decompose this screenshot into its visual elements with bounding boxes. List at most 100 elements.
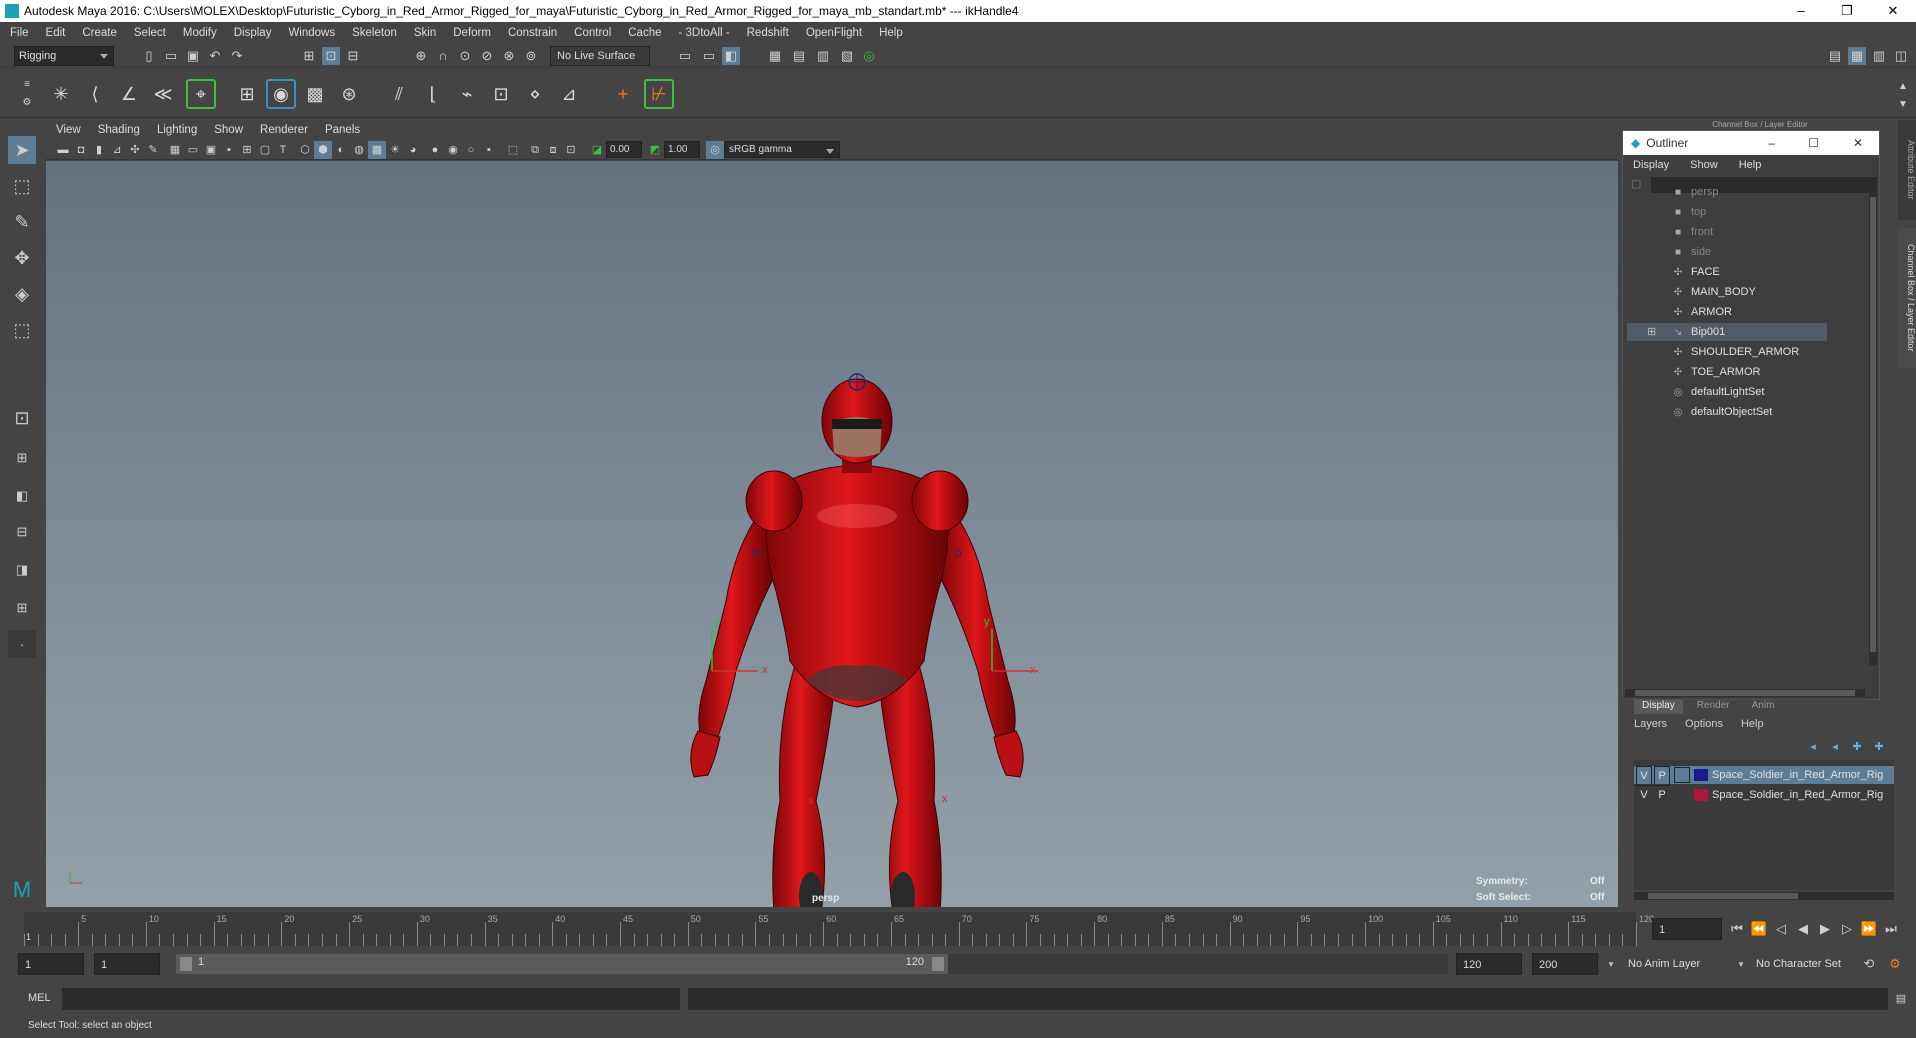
snap-grid-icon[interactable]: ⊕	[412, 47, 430, 65]
layer-visibility-toggle[interactable]: V	[1636, 786, 1652, 804]
aim-constraint-icon[interactable]: ⊿	[554, 79, 584, 109]
layouts-menu-icon[interactable]: ·	[8, 630, 36, 658]
create-joints-icon[interactable]: ✳	[46, 79, 76, 109]
range-start-handle[interactable]	[180, 957, 192, 971]
output-ops-icon[interactable]: ▭	[700, 47, 718, 65]
menu-control[interactable]: Control	[574, 27, 611, 39]
gamma-icon[interactable]: ◩	[646, 141, 664, 159]
camera-select-icon[interactable]: ▬	[54, 141, 72, 159]
outliner-item[interactable]: ✣ SHOULDER_ARMOR	[1671, 343, 1799, 361]
menu-skin[interactable]: Skin	[414, 27, 436, 39]
outliner-maximize-button[interactable]: ☐	[1808, 136, 1819, 150]
smooth-shade-icon[interactable]: ⬢	[314, 141, 332, 159]
layer-menu-layers[interactable]: Layers	[1634, 718, 1667, 730]
go-to-end-icon[interactable]: ⏭	[1882, 920, 1900, 938]
menu-help[interactable]: Help	[879, 27, 903, 39]
persp-outliner-icon[interactable]: ◧	[8, 482, 36, 510]
channel-box-tab[interactable]: Channel Box / Layer Editor	[1898, 228, 1916, 368]
outliner-horizontal-scrollbar[interactable]	[1625, 689, 1865, 697]
select-hierarchy-icon[interactable]: ⊞	[300, 47, 318, 65]
scene-end-field[interactable]: 200	[1532, 953, 1598, 975]
safe-title-icon[interactable]: T	[274, 141, 292, 159]
outliner-item[interactable]: ■ top	[1671, 203, 1706, 221]
layer-scrollbar[interactable]	[1634, 892, 1894, 900]
layer-menu-options[interactable]: Options	[1685, 718, 1723, 730]
wireframe-shaded-icon[interactable]: ◍	[350, 141, 368, 159]
snap-live-icon[interactable]: ⊚	[522, 47, 540, 65]
outliner-item[interactable]: ✣ MAIN_BODY	[1671, 283, 1756, 301]
shelf-scroll-up-icon[interactable]: ▲	[1894, 78, 1912, 96]
shelf-scroll-down-icon[interactable]: ▼	[1894, 96, 1912, 114]
render-frame-icon[interactable]: ▤	[790, 47, 808, 65]
render-view-icon[interactable]: ▦	[766, 47, 784, 65]
outliner-menu-display[interactable]: Display	[1633, 159, 1669, 171]
render-settings-icon[interactable]: ▧	[838, 47, 856, 65]
depth-of-field-icon[interactable]: ▪	[480, 141, 498, 159]
step-forward-key-icon[interactable]: ⏩	[1860, 920, 1878, 938]
locator-icon[interactable]: ⌖	[186, 79, 216, 109]
persp-viewport[interactable]: y x y x x x persp Symmetry: Off Soft Sel…	[46, 161, 1618, 907]
persp-uv-icon[interactable]: ⊞	[8, 594, 36, 622]
auto-key-icon[interactable]: ⟲	[1860, 955, 1878, 973]
outliner-menu-help[interactable]: Help	[1739, 159, 1762, 171]
menu-select[interactable]: Select	[134, 27, 166, 39]
character-set-dropdown[interactable]: No Character Set	[1752, 954, 1872, 974]
go-to-start-icon[interactable]: ⏮	[1728, 920, 1746, 938]
playback-start-field[interactable]: 1	[94, 953, 160, 975]
scene-start-field[interactable]: 1	[18, 953, 84, 975]
parent-constraint-icon[interactable]: ⌊	[418, 79, 448, 109]
menu-display[interactable]: Display	[234, 27, 272, 39]
outliner-item[interactable]: ✣ ARMOR	[1671, 303, 1732, 321]
restore-button[interactable]: ❐	[1824, 0, 1870, 22]
screen-space-ao-icon[interactable]: ●	[426, 141, 444, 159]
outliner-close-button[interactable]: ✕	[1853, 136, 1863, 150]
outliner-item[interactable]: ■ front	[1671, 223, 1713, 241]
lights-icon[interactable]: ☀	[386, 141, 404, 159]
new-layer-selected-icon[interactable]: ✚	[1870, 738, 1888, 756]
current-frame-field[interactable]: 1	[1652, 918, 1722, 940]
tab-anim[interactable]: Anim	[1744, 700, 1783, 714]
select-object-icon[interactable]: ⊡	[322, 47, 340, 65]
menu-edit[interactable]: Edit	[46, 27, 66, 39]
motion-blur-icon[interactable]: ◉	[444, 141, 462, 159]
menu-file[interactable]: File	[10, 27, 29, 39]
mel-label[interactable]: MEL	[28, 992, 51, 1004]
outliner-vertical-scrollbar[interactable]	[1869, 193, 1877, 665]
close-button[interactable]: ✕	[1870, 0, 1916, 22]
step-forward-frame-icon[interactable]: ▷	[1838, 920, 1856, 938]
ik-handle-icon[interactable]: ∠	[114, 79, 144, 109]
rotate-tool-icon[interactable]: ◈	[8, 280, 36, 308]
paint-select-icon[interactable]: ✎	[8, 208, 36, 236]
expand-icon[interactable]: ⊞	[1647, 323, 1656, 341]
anim-layer-arrow-icon[interactable]: ▾	[1732, 955, 1750, 973]
attribute-toggle-icon[interactable]: ▥	[1870, 47, 1888, 65]
select-tool-icon[interactable]: ➤	[8, 136, 36, 164]
save-scene-icon[interactable]: ▣	[184, 47, 202, 65]
new-scene-icon[interactable]: ▯	[140, 47, 158, 65]
open-scene-icon[interactable]: ▭	[162, 47, 180, 65]
vp-menu-view[interactable]: View	[56, 124, 81, 136]
film-gate-icon[interactable]: ▭	[184, 141, 202, 159]
default-material-icon[interactable]: ◐	[332, 141, 350, 159]
step-back-frame-icon[interactable]: ◁	[1772, 920, 1790, 938]
range-end-handle[interactable]	[932, 957, 944, 971]
outliner-item[interactable]: ◎ defaultObjectSet	[1671, 403, 1773, 421]
hypershade-layout-icon[interactable]: ◨	[8, 556, 36, 584]
move-layer-up-icon[interactable]: ◂	[1804, 738, 1822, 756]
xray-joints-icon[interactable]: ⧈	[544, 141, 562, 159]
outliner-menu-show[interactable]: Show	[1690, 159, 1718, 171]
shadows-icon[interactable]: ◕	[404, 141, 422, 159]
channel-box-toggle-icon[interactable]: ◫	[1892, 47, 1910, 65]
orient-constraint-icon[interactable]: ⊡	[486, 79, 516, 109]
xray-icon[interactable]: ⧉	[526, 141, 544, 159]
vp-menu-lighting[interactable]: Lighting	[157, 124, 197, 136]
quick-rig-icon[interactable]: ⊬	[644, 79, 674, 109]
snap-surface-icon[interactable]: ⊘	[478, 47, 496, 65]
gamma-field[interactable]: 1.00	[664, 141, 700, 158]
layer-color-swatch[interactable]	[1694, 769, 1708, 781]
outliner-minimize-button[interactable]: –	[1768, 136, 1775, 150]
image-plane-icon[interactable]: ⊿	[108, 141, 126, 159]
lattice-icon[interactable]: ▩	[300, 79, 330, 109]
vp-menu-panels[interactable]: Panels	[325, 124, 360, 136]
menu-modify[interactable]: Modify	[183, 27, 217, 39]
